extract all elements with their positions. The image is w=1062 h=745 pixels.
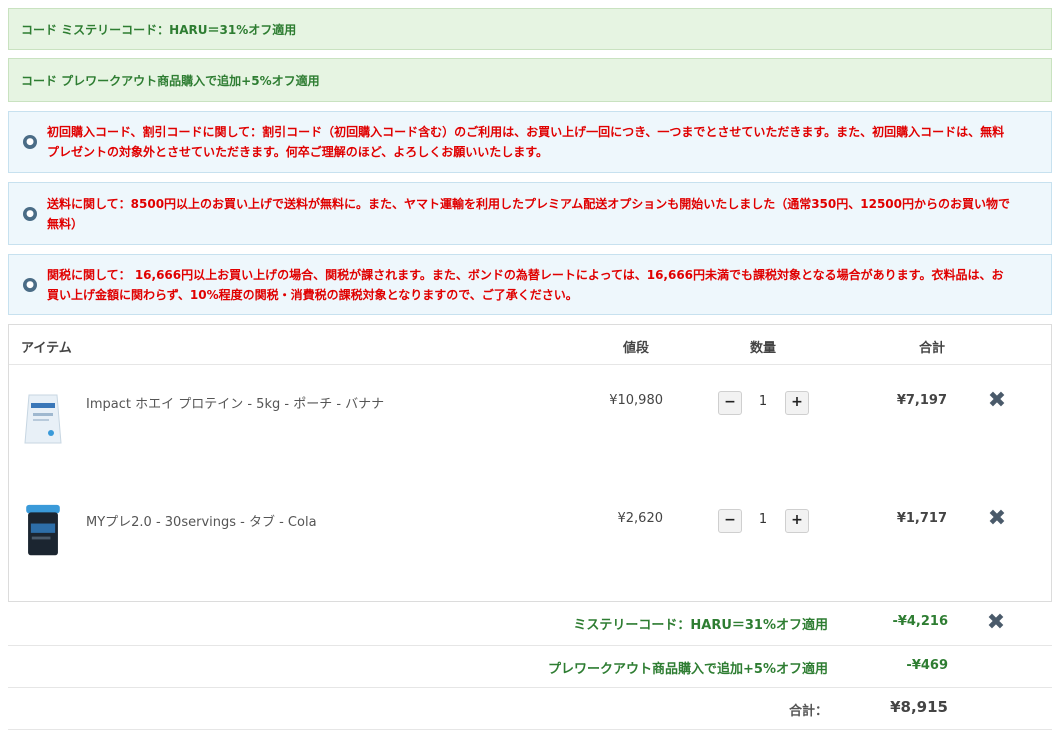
discount-amount: -¥4,216 [892, 614, 948, 629]
notice-customs-text: 関税に関して： 16,666円以上お買い上げの場合、関税が課されます。また、ボン… [47, 267, 1004, 302]
code-banner-mystery: コード ミステリーコード：HARU＝31%オフ適用 [8, 8, 1052, 50]
product-thumbnail-whey[interactable] [21, 391, 65, 447]
summary-discount-mystery: ミステリーコード：HARU＝31%オフ適用 -¥4,216 ✖ [8, 602, 1052, 646]
header-price: 値段 [623, 341, 650, 356]
code-banner-mystery-text: コード ミステリーコード：HARU＝31%オフ適用 [21, 22, 297, 37]
notice-customs: ● 関税に関して： 16,666円以上お買い上げの場合、関税が課されます。また、… [8, 254, 1052, 315]
qty-value: 1 [758, 512, 768, 527]
header-item: アイテム [21, 341, 72, 356]
product-name[interactable]: MYプレ2.0 - 30servings - タブ - Cola [86, 511, 317, 530]
header-qty: 数量 [750, 341, 777, 356]
qty-value: 1 [758, 394, 768, 409]
remove-icon[interactable]: ✖ [986, 390, 1008, 412]
remove-icon[interactable]: ✖ [985, 612, 1007, 634]
discount-amount: -¥469 [906, 658, 948, 673]
qty-increase-button[interactable]: + [785, 509, 809, 533]
cart-header: アイテム 値段 数量 合計 [9, 325, 1051, 365]
cart-row-2: MYプレ2.0 - 30servings - タブ - Cola ¥2,620 … [9, 491, 1051, 609]
total-amount: ¥8,915 [890, 698, 948, 716]
qty-decrease-button[interactable]: − [718, 509, 742, 533]
discount-label: ミステリーコード：HARU＝31%オフ適用 [573, 618, 828, 633]
qty-decrease-button[interactable]: − [718, 391, 742, 415]
notice-coupon: ● 初回購入コード、割引コードに関して：割引コード（初回購入コード含む）のご利用… [8, 111, 1052, 173]
product-price: ¥10,980 [609, 393, 663, 408]
info-icon: ● [23, 277, 37, 292]
qty-increase-button[interactable]: + [785, 391, 809, 415]
remove-icon[interactable]: ✖ [986, 508, 1008, 530]
cart-table: アイテム 値段 数量 合計 Impact ホエイ プロテイン - 5kg - ポ… [8, 324, 1052, 602]
product-price: ¥2,620 [617, 511, 664, 526]
product-thumbnail-mypre[interactable] [21, 503, 65, 559]
summary-discount-prework: プレワークアウト商品購入で追加+5%オフ適用 -¥469 [8, 646, 1052, 688]
header-total: 合計 [919, 341, 946, 356]
discount-label: プレワークアウト商品購入で追加+5%オフ適用 [548, 662, 828, 677]
notice-shipping: ● 送料に関して：8500円以上のお買い上げで送料が無料に。また、ヤマト運輸を利… [8, 182, 1052, 245]
summary-total: 合計： ¥8,915 [8, 688, 1052, 730]
product-name[interactable]: Impact ホエイ プロテイン - 5kg - ポーチ - バナナ [86, 393, 384, 412]
info-icon: ● [23, 135, 37, 149]
line-total: ¥1,717 [896, 511, 947, 526]
info-icon: ● [23, 206, 37, 221]
cart-row-1: Impact ホエイ プロテイン - 5kg - ポーチ - バナナ ¥10,9… [9, 373, 1051, 491]
total-label: 合計： [788, 704, 828, 719]
notice-coupon-text: 初回購入コード、割引コードに関して：割引コード（初回購入コード含む）のご利用は、… [47, 125, 1005, 159]
line-total: ¥7,197 [896, 393, 947, 408]
notice-shipping-text: 送料に関して：8500円以上のお買い上げで送料が無料に。また、ヤマト運輸を利用し… [47, 196, 1011, 231]
code-banner-prework-text: コード プレワークアウト商品購入で追加+5%オフ適用 [21, 73, 320, 88]
code-banner-prework: コード プレワークアウト商品購入で追加+5%オフ適用 [8, 58, 1052, 102]
